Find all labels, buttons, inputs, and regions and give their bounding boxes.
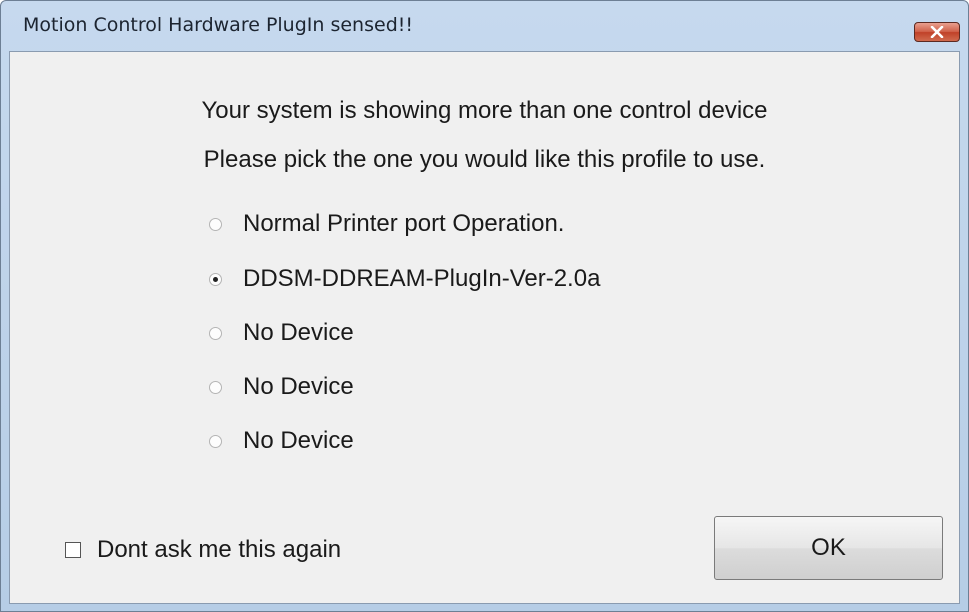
radio-button[interactable] [209, 434, 222, 448]
device-option-no-device-2[interactable]: No Device [209, 370, 354, 404]
radio-button[interactable] [209, 380, 222, 394]
radio-button[interactable] [209, 326, 222, 340]
ok-button[interactable]: OK [714, 516, 943, 580]
device-option-label: No Device [243, 373, 354, 400]
device-option-ddsm-ddream-plugin[interactable]: DDSM-DDREAM-PlugIn-Ver-2.0a [209, 262, 600, 296]
message-line-2: Please pick the one you would like this … [203, 146, 766, 173]
device-option-no-device-3[interactable]: No Device [209, 424, 354, 458]
close-button[interactable] [914, 22, 960, 42]
device-option-label: DDSM-DDREAM-PlugIn-Ver-2.0a [243, 265, 601, 292]
window-title: Motion Control Hardware PlugIn sensed!! [23, 14, 413, 36]
dont-ask-again-checkbox[interactable] [65, 542, 81, 558]
device-option-label: No Device [243, 427, 354, 454]
radio-button[interactable] [209, 272, 222, 286]
device-option-label: Normal Printer port Operation. [243, 210, 565, 237]
dialog-window: Motion Control Hardware PlugIn sensed!! … [0, 0, 969, 612]
message-line-1: Your system is showing more than one con… [201, 97, 768, 124]
device-option-label: No Device [243, 319, 354, 346]
dont-ask-again-label: Dont ask me this again [97, 536, 342, 563]
title-bar[interactable]: Motion Control Hardware PlugIn sensed!! [1, 1, 968, 51]
radio-button[interactable] [209, 217, 222, 231]
dont-ask-again-option[interactable]: Dont ask me this again [65, 533, 341, 567]
close-x-icon [930, 26, 944, 38]
device-option-normal-printer-port[interactable]: Normal Printer port Operation. [209, 207, 564, 241]
device-option-no-device-1[interactable]: No Device [209, 316, 354, 350]
dialog-body: Your system is showing more than one con… [9, 51, 960, 604]
